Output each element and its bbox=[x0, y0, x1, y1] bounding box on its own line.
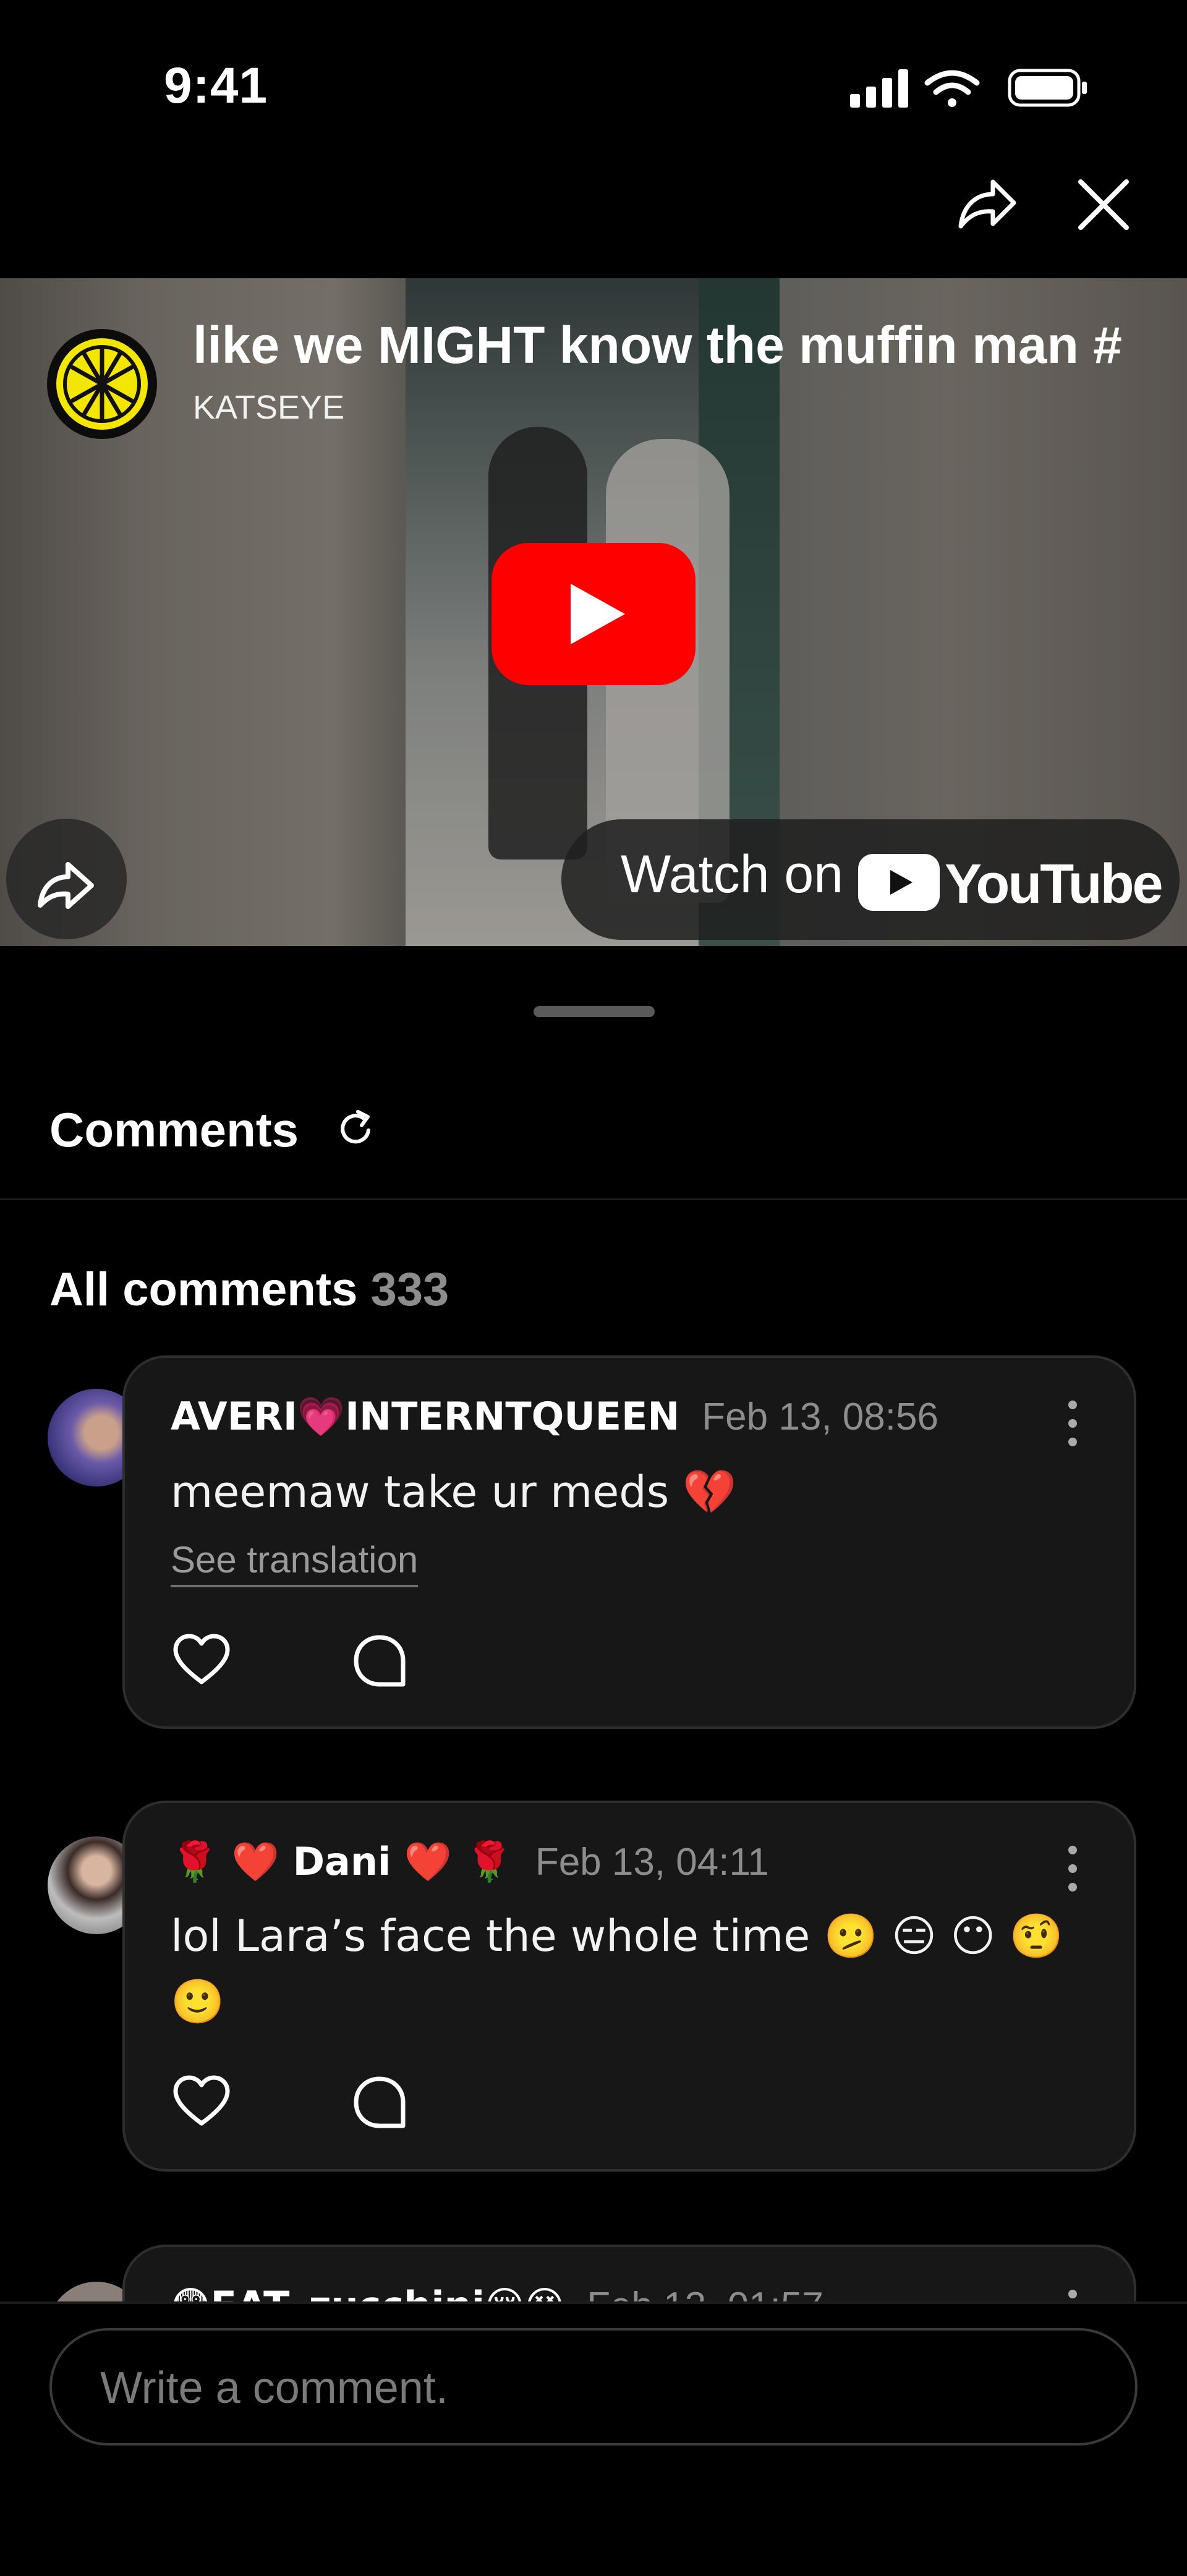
video-embed[interactable]: like we MIGHT know the muffin man # KATS… bbox=[0, 278, 1187, 946]
comment-date: Feb 13, 04:11 bbox=[535, 1841, 769, 1883]
share-icon bbox=[958, 179, 1016, 229]
divider bbox=[0, 1198, 1187, 1200]
refresh-button[interactable] bbox=[334, 1107, 378, 1150]
play-icon bbox=[491, 543, 696, 685]
more-icon[interactable] bbox=[1063, 1838, 1082, 1900]
video-share-button[interactable] bbox=[6, 819, 127, 939]
comment-author[interactable]: AVERI💗INTERNTQUEEN Feb 13, 08:56 bbox=[171, 1394, 938, 1439]
refresh-icon bbox=[341, 1110, 370, 1144]
sheet-grabber[interactable] bbox=[534, 1006, 655, 1017]
all-comments-heading: All comments 333 bbox=[49, 1263, 449, 1316]
watch-on-youtube-button[interactable]: Watch on YouTube bbox=[561, 819, 1180, 940]
see-translation-link[interactable]: See translation bbox=[171, 1538, 419, 1587]
heart-icon[interactable] bbox=[171, 2071, 232, 2133]
reply-icon[interactable] bbox=[349, 2071, 411, 2133]
comment-author[interactable]: 🌹 ❤️ Dani ❤️ 🌹 Feb 13, 04:11 bbox=[171, 1839, 769, 1885]
wifi-icon bbox=[924, 70, 980, 107]
comment-text: meemaw take ur meds 💔 bbox=[171, 1467, 737, 1517]
watch-on-label: Watch on bbox=[621, 845, 844, 904]
battery-icon bbox=[1008, 69, 1087, 107]
close-icon bbox=[1078, 179, 1129, 230]
youtube-wordmark: YouTube bbox=[945, 853, 1164, 915]
share-button[interactable] bbox=[952, 171, 1020, 239]
comment-input[interactable]: Write a comment. bbox=[49, 2328, 1138, 2446]
comment-input-placeholder: Write a comment. bbox=[100, 2363, 448, 2413]
all-comments-label: All comments bbox=[49, 1263, 358, 1316]
comments-title: Comments bbox=[49, 1102, 299, 1157]
close-button[interactable] bbox=[1070, 171, 1138, 239]
heart-icon[interactable] bbox=[171, 1630, 232, 1692]
video-channel[interactable]: KATSEYE bbox=[193, 388, 344, 427]
comment-date: Feb 13, 08:56 bbox=[702, 1396, 938, 1438]
more-icon[interactable] bbox=[1063, 1392, 1082, 1454]
comment-card: 🌹 ❤️ Dani ❤️ 🌹 Feb 13, 04:11 lol Lara’s f… bbox=[122, 1801, 1136, 2172]
channel-avatar[interactable] bbox=[47, 329, 157, 439]
comment-card: AVERI💗INTERNTQUEEN Feb 13, 08:56 meemaw t… bbox=[122, 1355, 1136, 1729]
play-button[interactable] bbox=[491, 543, 696, 685]
comment-count: 333 bbox=[370, 1263, 449, 1316]
status-icons bbox=[850, 67, 1088, 110]
status-time: 9:41 bbox=[164, 58, 268, 114]
reply-icon[interactable] bbox=[349, 1630, 411, 1692]
video-title[interactable]: like we MIGHT know the muffin man # bbox=[193, 315, 1187, 375]
comment-text: lol Lara’s face the whole time 🫤 😑 😶 🤨 🙂 bbox=[171, 1911, 1063, 2027]
share-icon bbox=[38, 862, 94, 909]
signal-icon bbox=[850, 69, 908, 108]
youtube-logo: YouTube bbox=[858, 851, 1164, 915]
